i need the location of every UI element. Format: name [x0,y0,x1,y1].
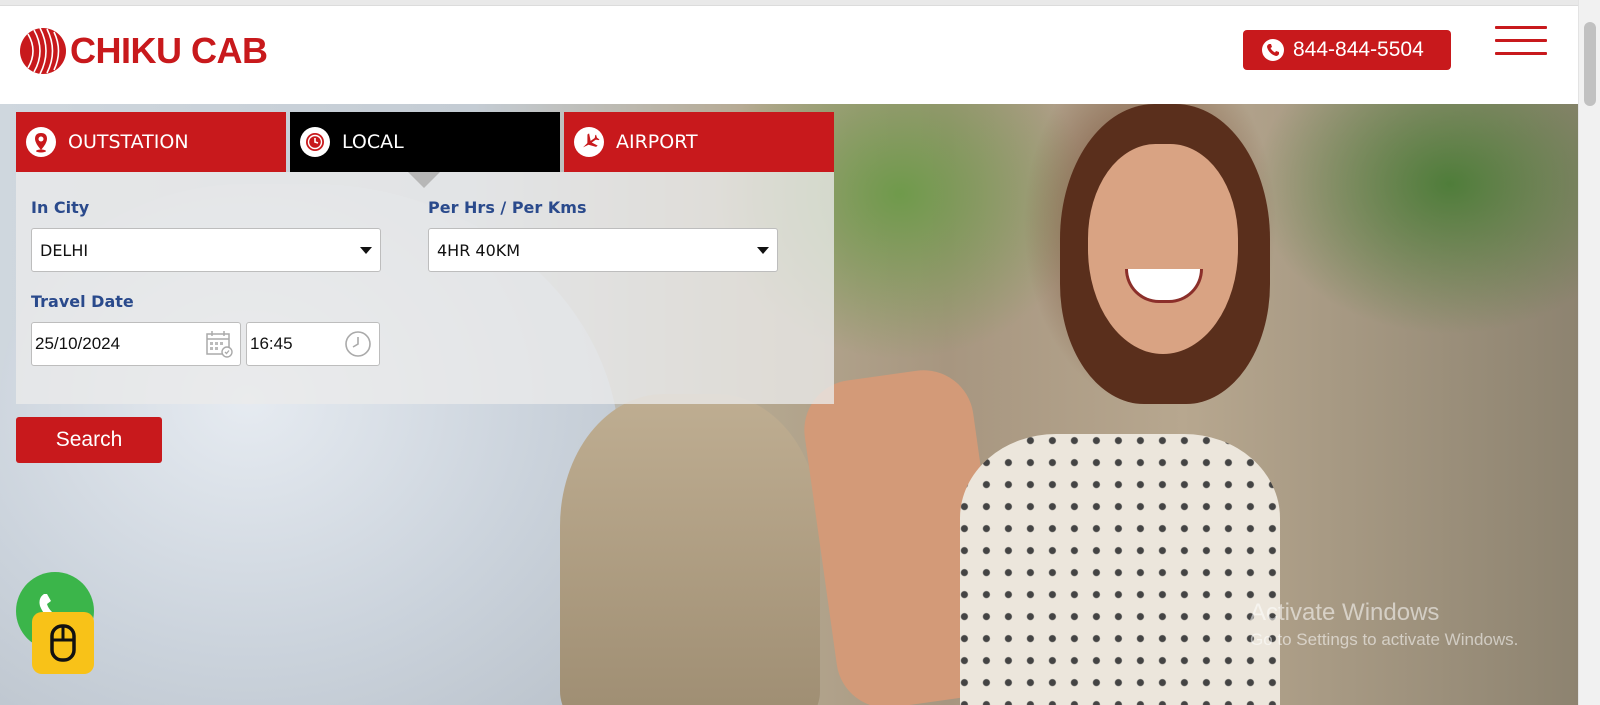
accessibility-mouse-icon[interactable] [32,612,94,674]
hero-car-seat [560,394,820,705]
phone-icon [1262,39,1284,61]
booking-form-panel: In City DELHI Per Hrs / Per Kms 4HR 40KM… [16,172,834,404]
tab-outstation[interactable]: OUTSTATION [16,112,286,172]
city-label: In City [31,198,90,217]
calendar-icon [206,331,233,358]
menu-hamburger-icon[interactable] [1495,26,1547,62]
site-header: CHIKU CAB 844-844-5504 [0,6,1578,104]
logo-text: CHIKU CAB [70,30,268,71]
chevron-down-icon [360,247,372,254]
tab-local[interactable]: LOCAL [290,112,560,188]
travel-date-label: Travel Date [31,292,134,311]
hero-woman-dress [960,434,1280,705]
call-phone-button[interactable]: 844-844-5504 [1243,30,1451,70]
package-select-value: 4HR 40KM [437,240,521,260]
search-button[interactable]: Search [16,417,162,463]
travel-date-value: 25/10/2024 [35,334,121,353]
city-select-value: DELHI [40,240,89,260]
tab-local-label: LOCAL [342,131,404,153]
airplane-icon [574,127,604,157]
package-select[interactable]: 4HR 40KM [428,228,778,272]
chevron-down-icon [757,247,769,254]
city-select[interactable]: DELHI [31,228,381,272]
scrollbar-thumb[interactable] [1584,22,1596,106]
clock-icon [300,127,330,157]
travel-time-input[interactable]: 16:45 [246,322,380,366]
tab-airport[interactable]: AIRPORT [564,112,834,172]
travel-date-input[interactable]: 25/10/2024 [31,322,241,366]
location-pin-icon [26,127,56,157]
clock-icon [345,331,371,357]
logo-globe-icon [20,27,66,75]
hero-woman-face [1088,144,1238,354]
os-activation-title: Activate Windows [1250,599,1440,626]
page-scrollbar[interactable] [1578,0,1600,705]
os-activation-subtitle: Go to Settings to activate Windows. [1250,630,1519,649]
site-logo[interactable]: CHIKU CAB [18,26,268,76]
tab-airport-label: AIRPORT [616,131,698,153]
phone-number: 844-844-5504 [1293,38,1424,61]
booking-tabs: OUTSTATION LOCAL AIRPORT [16,112,834,188]
package-label: Per Hrs / Per Kms [428,198,587,217]
travel-time-value: 16:45 [250,334,293,353]
tab-outstation-label: OUTSTATION [68,131,189,153]
